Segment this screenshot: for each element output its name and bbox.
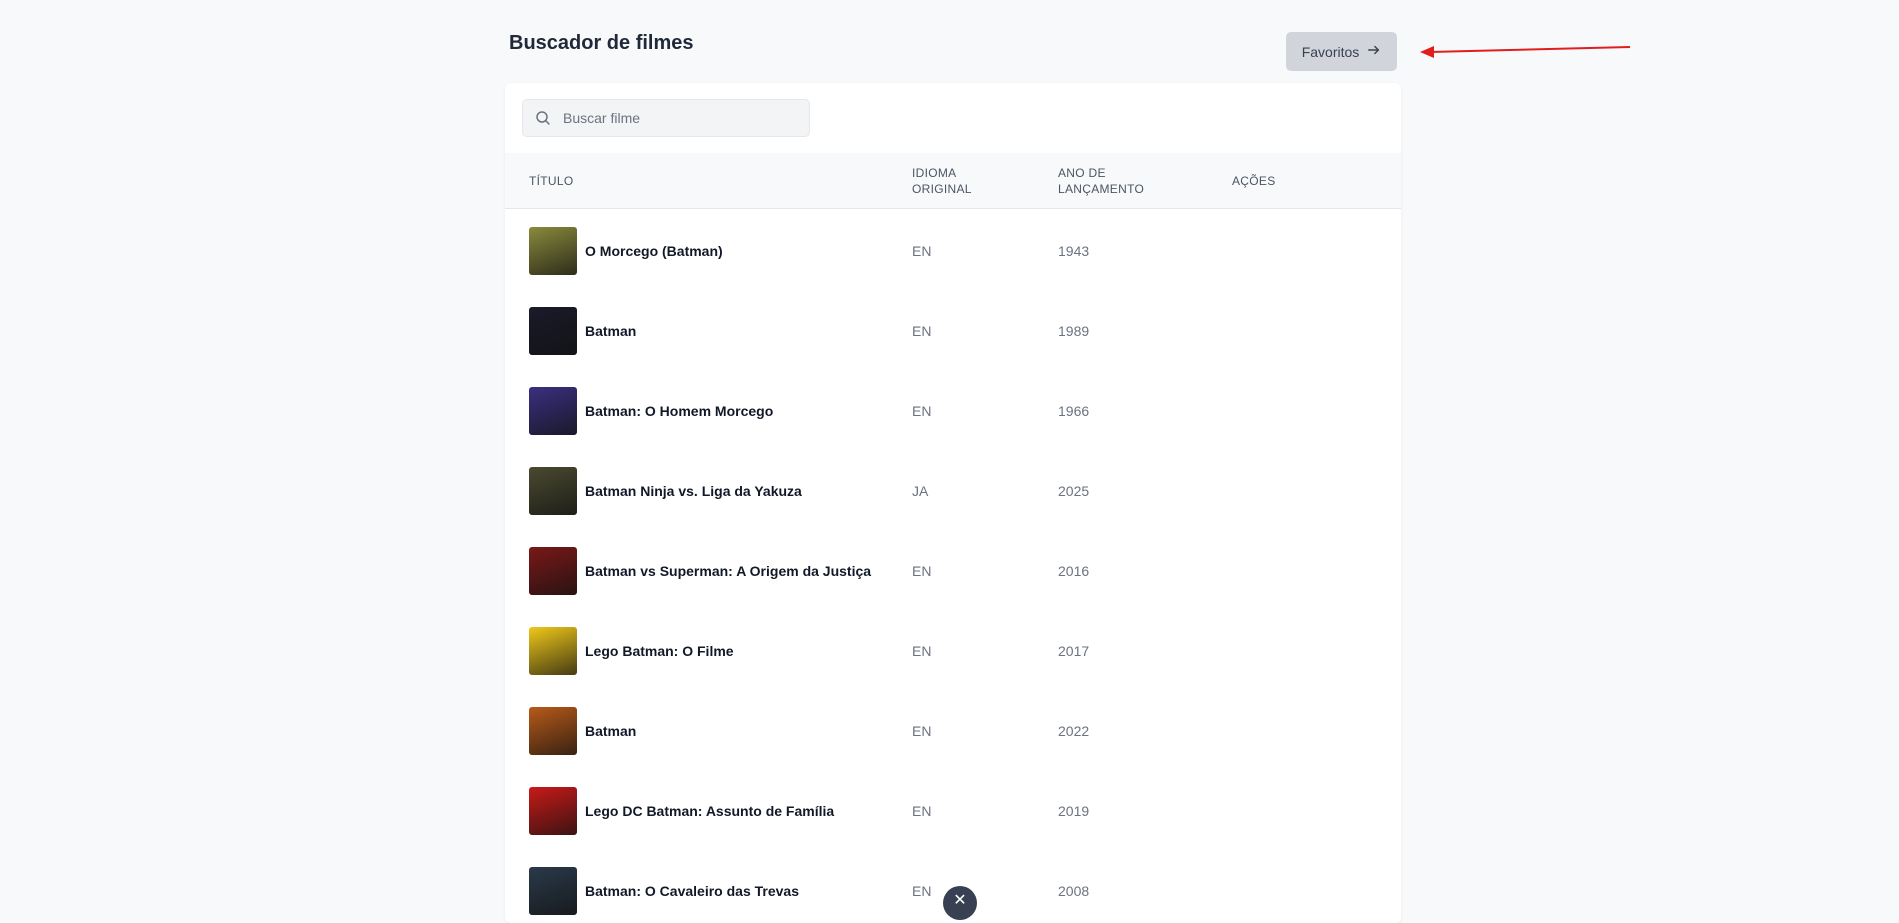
movie-poster xyxy=(529,707,577,755)
column-header-language: Idioma original xyxy=(912,165,972,196)
movies-card: Título Idioma original Ano de lançamento… xyxy=(505,83,1401,923)
movie-language: EN xyxy=(912,323,932,339)
movie-poster xyxy=(529,307,577,355)
movie-year: 2008 xyxy=(1058,883,1090,899)
table-row[interactable]: Batman vs Superman: A Origem da Justiça E… xyxy=(505,531,1401,611)
close-icon[interactable]: ✕ xyxy=(943,886,977,920)
movie-year: 2022 xyxy=(1058,723,1090,739)
movie-title: Batman vs Superman: A Origem da Justiça xyxy=(585,563,872,579)
movie-year: 1989 xyxy=(1058,323,1090,339)
movie-poster xyxy=(529,547,577,595)
movie-language: EN xyxy=(912,243,932,259)
table-row[interactable]: Batman Ninja vs. Liga da Yakuza JA 2025 xyxy=(505,451,1401,531)
movie-title: O Morcego (Batman) xyxy=(585,243,723,259)
table-row[interactable]: Batman EN 2022 xyxy=(505,691,1401,771)
table-row[interactable]: Batman: O Homem Morcego EN 1966 xyxy=(505,371,1401,451)
column-header-actions: Ações xyxy=(1232,173,1276,188)
movie-poster xyxy=(529,787,577,835)
movie-language: EN xyxy=(912,403,932,419)
search-box[interactable] xyxy=(522,99,810,137)
table-row[interactable]: Lego DC Batman: Assunto de Família EN 2019 xyxy=(505,771,1401,851)
movie-title: Lego DC Batman: Assunto de Família xyxy=(585,803,835,819)
movie-title: Batman xyxy=(585,323,637,339)
movie-title: Lego Batman: O Filme xyxy=(585,643,734,659)
favorites-button-label: Favoritos xyxy=(1301,43,1360,60)
movie-year: 2019 xyxy=(1058,803,1090,819)
movie-language: EN xyxy=(912,723,932,739)
movie-poster xyxy=(529,467,577,515)
movie-language: EN xyxy=(912,643,932,659)
movie-year: 2025 xyxy=(1058,483,1090,499)
movie-poster xyxy=(529,867,577,915)
table-row[interactable]: Lego Batman: O Filme EN 2017 xyxy=(505,611,1401,691)
movie-poster xyxy=(529,387,577,435)
movie-title: Batman xyxy=(585,723,637,739)
favorites-button[interactable]: Favoritos xyxy=(1286,32,1397,71)
movie-year: 2016 xyxy=(1058,563,1090,579)
search-icon xyxy=(535,110,551,126)
red-annotation-arrow xyxy=(1420,46,1630,58)
movie-language: EN xyxy=(912,803,932,819)
movie-year: 2017 xyxy=(1058,643,1090,659)
movie-poster xyxy=(529,627,577,675)
movie-title: Batman Ninja vs. Liga da Yakuza xyxy=(585,483,802,499)
movie-language: EN xyxy=(912,563,932,579)
movie-title: Batman: O Cavaleiro das Trevas xyxy=(585,883,799,899)
table-row[interactable]: O Morcego (Batman) EN 1943 xyxy=(505,211,1401,291)
page-title: Buscador de filmes xyxy=(509,32,694,54)
movie-language: JA xyxy=(912,483,929,499)
column-header-title: Título xyxy=(529,173,574,188)
table-row[interactable]: Batman EN 1989 xyxy=(505,291,1401,371)
movie-year: 1943 xyxy=(1058,243,1090,259)
table-header: Título Idioma original Ano de lançamento… xyxy=(505,153,1401,209)
column-header-year: Ano de lançamento xyxy=(1058,165,1145,196)
search-input[interactable] xyxy=(563,110,793,126)
arrow-right-icon xyxy=(1367,43,1381,60)
movie-year: 1966 xyxy=(1058,403,1090,419)
movie-title: Batman: O Homem Morcego xyxy=(585,403,774,419)
movie-language: EN xyxy=(912,883,932,899)
movie-poster xyxy=(529,227,577,275)
